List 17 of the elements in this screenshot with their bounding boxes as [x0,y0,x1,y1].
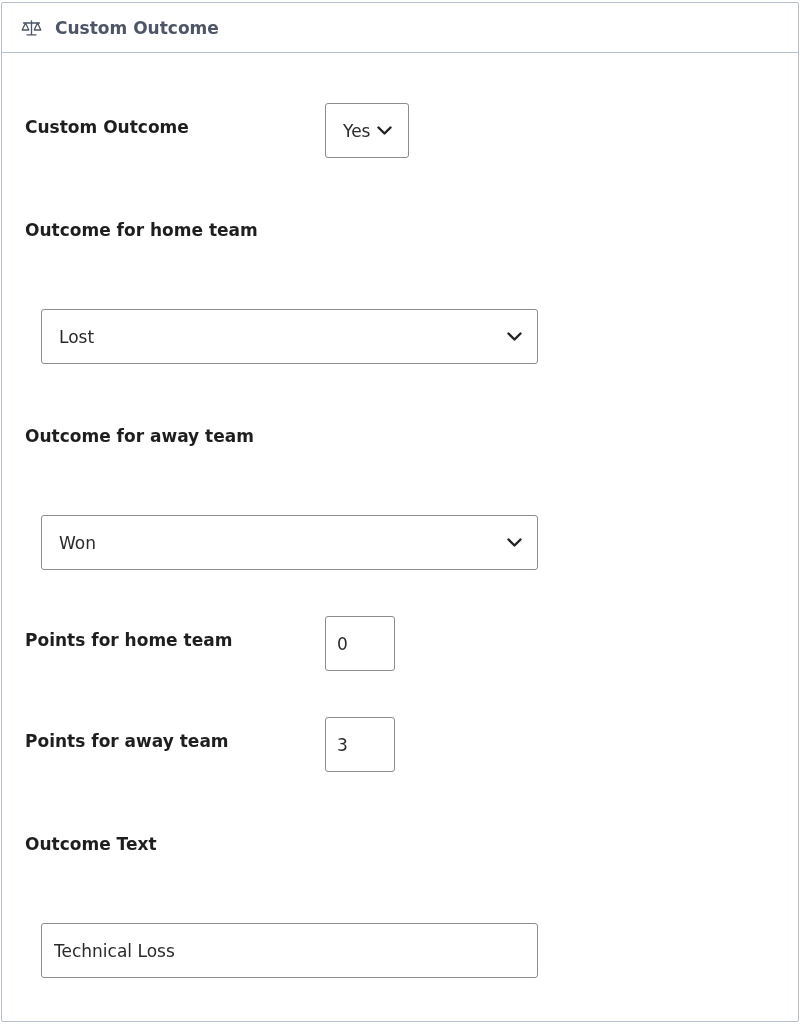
dropdown-select[interactable]: Yes [325,103,409,158]
chevron-down-icon [377,126,392,135]
dropdown-select[interactable]: Lost [41,309,538,364]
scale-icon [21,19,42,36]
field-label: Points for away team [25,730,230,753]
chevron-down-icon [507,538,522,547]
text-input[interactable]: Technical Loss [41,923,538,978]
chevron-down-icon [507,332,522,341]
panel-title: Custom Outcome [55,17,219,38]
dropdown-select[interactable]: Won [41,515,538,570]
field-label: Outcome Text [25,834,157,854]
field-label: Outcome for home team [25,220,258,240]
number-input[interactable]: 3 [325,717,395,772]
number-input[interactable]: 0 [325,616,395,671]
field-label: Outcome for away team [25,426,254,446]
field-label: Custom Outcome [25,116,190,139]
field-label: Points for home team [25,629,234,652]
